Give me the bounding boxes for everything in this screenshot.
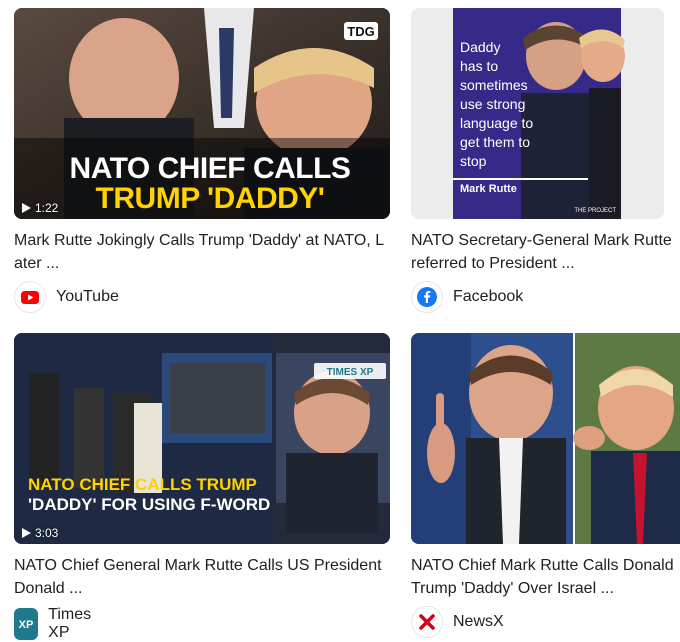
svg-text:XP: XP (19, 619, 34, 631)
source-name: Times XP (48, 606, 92, 641)
svg-text:use strong: use strong (460, 96, 525, 112)
duration-text: 1:22 (35, 201, 59, 215)
result-source[interactable]: XP Times XP (14, 606, 99, 642)
thumbnail[interactable] (411, 333, 680, 544)
source-name: NewsX (453, 613, 504, 630)
result-source[interactable]: YouTube (14, 281, 119, 313)
video-duration: 3:03 (22, 526, 58, 540)
overlay-line-1: NATO CHIEF CALLS (70, 152, 351, 185)
thumbnail[interactable]: TIMES XP NATO CHIEF CALLS TRUMP 'DADDY' … (14, 333, 390, 544)
result-title[interactable]: NATO Chief General Mark Rutte Calls US P… (14, 554, 390, 600)
overlay-line-2: TRUMP 'DADDY' (96, 182, 325, 215)
newsx-icon (411, 606, 443, 638)
badge-times-xp: TIMES XP (327, 367, 374, 378)
result-source[interactable]: Facebook (411, 281, 523, 313)
facebook-icon (411, 281, 443, 313)
badge-tdg: TDG (347, 24, 374, 39)
svg-text:Daddy: Daddy (460, 39, 500, 55)
duration-text: 3:03 (35, 526, 59, 540)
overlay-line-1: NATO CHIEF CALLS TRUMP (28, 475, 257, 494)
svg-text:sometimes: sometimes (460, 77, 528, 93)
badge-the-project: THE PROJECT (574, 208, 616, 214)
svg-text:stop: stop (460, 153, 487, 169)
svg-text:get them to: get them to (460, 134, 530, 150)
overlay-line-2: 'DADDY' FOR USING F-WORD (28, 495, 270, 514)
play-icon (22, 528, 31, 538)
source-name: Facebook (453, 288, 524, 305)
result-title[interactable]: NATO Chief Mark Rutte Calls Donald Trump… (411, 554, 680, 600)
result-source[interactable]: NewsX (411, 606, 504, 638)
result-title[interactable]: Mark Rutte Jokingly Calls Trump 'Daddy' … (14, 229, 390, 275)
video-duration: 1:22 (22, 201, 58, 215)
source-name: YouTube (56, 288, 119, 305)
play-icon (22, 203, 31, 213)
svg-text:has to: has to (460, 58, 498, 74)
thumbnail[interactable]: NATO CHIEF CALLS TRUMP 'DADDY' TDG 1:22 (14, 8, 390, 219)
result-title[interactable]: NATO Secretary-General Mark Rutte referr… (411, 229, 673, 275)
quote-author: Mark Rutte (460, 183, 517, 195)
svg-text:language to: language to (460, 115, 533, 131)
times-xp-icon: XP (14, 608, 39, 640)
youtube-icon (14, 281, 46, 313)
thumbnail[interactable]: Daddy has to sometimes use strong langua… (411, 8, 664, 219)
